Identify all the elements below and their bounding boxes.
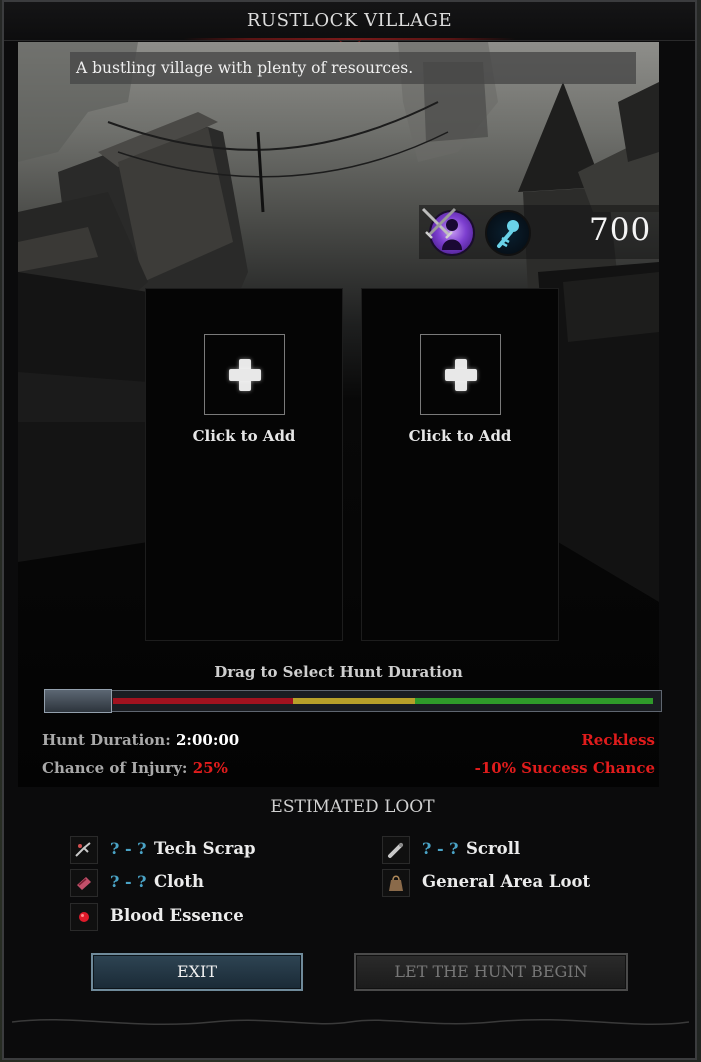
exit-button[interactable]: EXIT — [91, 953, 303, 991]
loot-range: ? - ? — [110, 872, 147, 891]
injury-chance-readout: Chance of Injury: 25% — [42, 759, 228, 777]
location-description: A bustling village with plenty of resour… — [70, 52, 636, 84]
loot-range: ? - ? — [422, 839, 459, 858]
slider-segment-safe — [415, 698, 653, 704]
slider-segment-risky — [293, 698, 415, 704]
dialog-title: RUSTLOCK VILLAGE — [246, 10, 453, 31]
cloth-icon — [70, 869, 98, 897]
hunt-duration-label: Hunt Duration: — [42, 731, 171, 749]
hunt-dialog: RUSTLOCK VILLAGE A bustling village with… — [2, 0, 697, 1060]
begin-hunt-button[interactable]: LET THE HUNT BEGIN — [354, 953, 628, 991]
hunt-duration-readout: Hunt Duration: 2:00:00 — [42, 731, 239, 749]
companion-slot-1[interactable]: Click to Add — [145, 288, 343, 641]
bottom-ornament — [12, 1018, 689, 1026]
hunt-duration-value: 2:00:00 — [175, 731, 240, 749]
loot-name: Blood Essence — [110, 906, 244, 925]
companion-slot-2[interactable]: Click to Add — [361, 288, 559, 641]
blue-serpent-icon[interactable] — [485, 210, 531, 256]
slider-handle[interactable] — [44, 689, 112, 713]
loot-name: Cloth — [154, 872, 205, 891]
tech-scrap-icon — [70, 836, 98, 864]
add-companion-button[interactable] — [420, 334, 501, 415]
slot-label: Click to Add — [192, 427, 296, 445]
loot-range: ? - ? — [110, 839, 147, 858]
party-stats: 700 — [419, 205, 659, 259]
hunt-duration-slider[interactable] — [44, 689, 662, 713]
crossed-swords-icon — [421, 207, 457, 239]
success-modifier-text: -10% Success Chance — [474, 759, 655, 777]
slot-label: Click to Add — [408, 427, 512, 445]
estimated-loot-title: ESTIMATED LOOT — [270, 797, 435, 817]
bag-icon — [382, 869, 410, 897]
risk-level-text: Reckless — [581, 731, 655, 749]
loot-name: Scroll — [466, 839, 521, 858]
duration-slider-label: Drag to Select Hunt Duration — [214, 663, 463, 681]
blood-essence-icon — [70, 903, 98, 931]
slider-segment-danger — [113, 698, 293, 704]
add-companion-button[interactable] — [204, 334, 285, 415]
loot-name: Tech Scrap — [154, 839, 256, 858]
injury-chance-label: Chance of Injury: — [42, 759, 188, 777]
loot-name: General Area Loot — [422, 872, 591, 891]
scroll-icon — [382, 836, 410, 864]
injury-chance-value: 25% — [192, 759, 228, 777]
title-bar: RUSTLOCK VILLAGE — [4, 2, 695, 45]
party-power-value: 700 — [589, 212, 652, 248]
